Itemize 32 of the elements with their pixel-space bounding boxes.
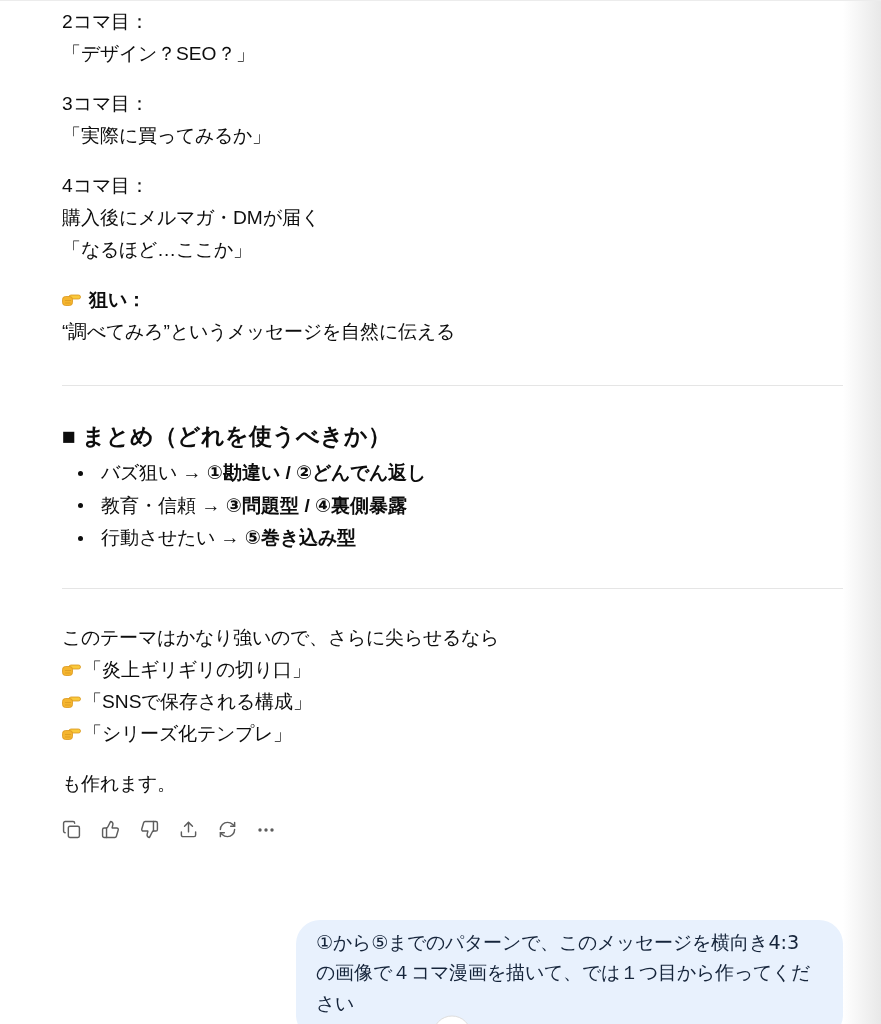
panel-label: 4コマ目： (62, 174, 149, 198)
panel-line: 購入後にメルマガ・DMが届く (62, 206, 320, 230)
closing-intro: このテーマはかなり強いので、さらに尖らせるなら (62, 625, 499, 650)
pointing-hand-icon (62, 695, 81, 708)
aim-text: “調べてみろ”というメッセージを自然に伝える (62, 320, 455, 344)
bullet-icon (78, 470, 83, 476)
summary-item: 行動させたい → ⑤巻き込み型 (101, 526, 357, 551)
thumbs-down-icon (139, 820, 159, 839)
bullet-icon (78, 503, 83, 509)
pointing-hand-icon (62, 294, 81, 306)
suggestion-text: 「シリーズ化テンプレ」 (83, 721, 292, 746)
panel-line: 「実際に買ってみるか」 (62, 124, 271, 148)
upload-icon (178, 820, 198, 839)
aim-label: 狙い： (89, 288, 146, 312)
panel-label: 2コマ目： (62, 10, 149, 34)
suggestion-text: 「SNSで保存される構成」 (83, 689, 313, 714)
panel-label: 3コマ目： (62, 92, 149, 116)
copy-icon (61, 820, 81, 839)
refresh-icon (217, 820, 237, 839)
suggestion-text: 「炎上ギリギリの切り口」 (83, 657, 311, 682)
summary-item: 教育・信頼 → ③問題型 / ④裏側暴露 (101, 493, 408, 518)
pointing-hand-icon (62, 727, 81, 740)
bullet-icon (78, 535, 83, 541)
pointing-hand-icon (62, 663, 81, 676)
summary-item: バズ狙い → ①勘違い / ②どんでん返し (101, 461, 427, 486)
panel-line: 「デザイン？SEO？」 (62, 42, 255, 66)
summary-heading: ■ まとめ（どれを使うべきか） (62, 422, 392, 451)
panel-line: 「なるほど…ここか」 (62, 238, 253, 262)
closing-outro: も作れます。 (62, 771, 176, 796)
message-text: ①から⑤までのパターンで、このメッセージを横向き4:3の画像で４コマ漫画を描いて、では１つ目から作ってください (316, 929, 811, 1017)
more-icon (258, 827, 274, 832)
thumbs-up-icon (100, 820, 120, 839)
